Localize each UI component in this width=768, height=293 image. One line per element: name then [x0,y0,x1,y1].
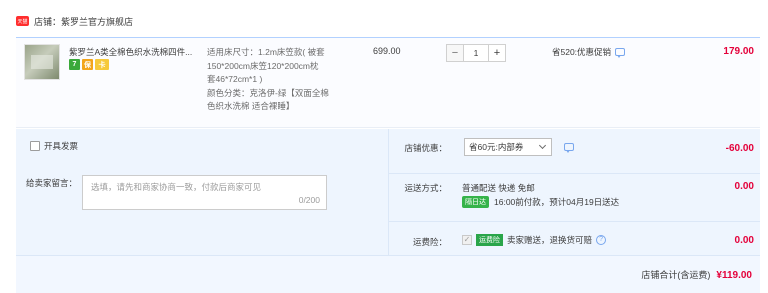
item-subtotal: 179.00 [723,46,754,57]
sku-line: 颜色分类：克洛伊-绿【双面全棉 [207,87,329,98]
message-textarea[interactable]: 选填，请先和商家协商一致，付款后商家可见 0/200 [82,175,327,210]
insurance-amount: 0.00 [734,235,754,246]
message-label: 给卖家留言： [26,178,78,188]
sku-info: 适用床尺寸：1.2m床笠款( 被套 150*200cm床笠120*200cm枕 … [207,46,359,114]
insurance-checkbox[interactable]: ✓ [462,235,472,245]
order-item: 紫罗兰A类全棉色织水洗棉四件... 7 保 卡 适用床尺寸：1.2m床笠款( 被… [16,37,760,128]
message-char-count: 0/200 [298,195,320,205]
invoice-label[interactable]: 开具发票 [44,140,78,152]
insurance-label: 运费险： [412,237,447,247]
insurance-text: 卖家赠送，退换货可赔 [507,235,593,245]
service-badges: 7 保 卡 [69,59,109,70]
chevron-down-icon [538,141,547,150]
shipping-eta-text: 16:00前付款，预计04月19日送达 [494,197,620,207]
seven-day-return-icon[interactable]: 7 [69,59,80,70]
promotion-text: 省520:优惠促销 [552,47,612,57]
guarantee-icon[interactable]: 保 [82,59,93,70]
shop-header: 天猫 店铺：紫罗兰官方旗舰店 [16,12,133,30]
sku-line: 适用床尺寸：1.2m床笠款( 被套 [207,47,325,57]
unit-price: 699.00 [373,46,401,56]
divider [389,221,760,222]
promotion: 省520:优惠促销 [552,46,626,58]
card-payment-icon[interactable]: 卡 [95,59,109,70]
insurance-tag: 运费险 [476,234,503,246]
sku-line: 150*200cm床笠120*200cm枕 [207,60,319,71]
shop-name[interactable]: 店铺：紫罗兰官方旗舰店 [34,15,133,28]
coupon-amount: -60.00 [725,143,754,154]
divider [389,173,760,174]
shop-total-amount: ¥119.00 [716,270,752,281]
invoice-checkbox[interactable] [30,141,40,151]
message-placeholder: 选填，请先和商家协商一致，付款后商家可见 [91,182,262,192]
quantity-stepper: − 1 + [446,44,506,62]
coupon-label: 店铺优惠： [404,143,447,153]
product-title[interactable]: 紫罗兰A类全棉色织水洗棉四件... [69,46,201,58]
tmall-icon: 天猫 [16,16,29,26]
coupon-select[interactable]: 省60元:内部券 [464,138,552,156]
coupon-info-icon[interactable] [564,143,574,153]
shop-total-bar: 店铺合计(含运费) ¥119.00 [16,256,760,293]
product-thumbnail[interactable] [24,44,60,80]
sku-line: 色织水洗棉 适合裸睡】 [207,101,295,111]
shipping-method: 普通配送 快递 免邮 [462,183,535,193]
shipping-insurance: ✓ 运费险 卖家赠送，退换货可赔 ? [462,234,607,246]
shipping-eta: 隔日达 16:00前付款，预计04月19日送达 [462,196,619,208]
help-icon[interactable]: ? [596,235,607,245]
shop-total-label: 店铺合计(含运费) [641,270,711,280]
quantity-increase-button[interactable]: + [488,44,506,62]
sku-line: 套46*72cm*1 ) [207,74,263,84]
quantity-decrease-button[interactable]: − [446,44,464,62]
shipping-amount: 0.00 [734,181,754,192]
order-options: 开具发票 给卖家留言： 选填，请先和商家协商一致，付款后商家可见 0/200 店… [16,129,760,256]
promotion-info-icon[interactable] [615,48,626,58]
shipping-label: 运送方式： [404,183,447,193]
invoice-option[interactable]: 开具发票 [30,140,78,152]
quantity-input[interactable]: 1 [464,44,488,62]
shop-total: 店铺合计(含运费) ¥119.00 [641,268,752,281]
next-day-tag: 隔日达 [462,196,489,208]
coupon-selected-value: 省60元:内部券 [469,142,524,152]
